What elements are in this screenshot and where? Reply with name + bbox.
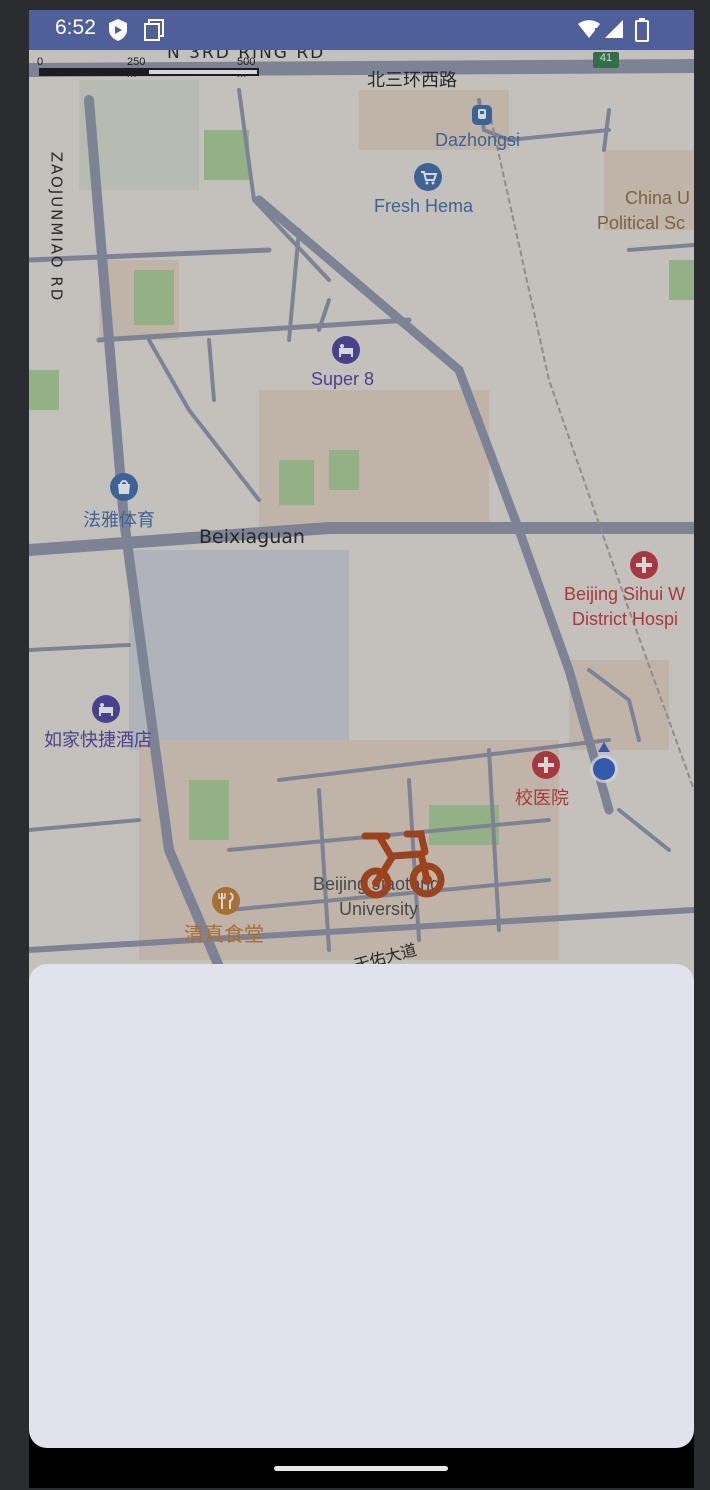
map-dim-overlay	[29, 50, 694, 990]
wifi-icon	[577, 18, 601, 44]
home-handle[interactable]	[274, 1466, 448, 1471]
status-bar: 6:52	[29, 10, 694, 50]
phone-screen: 6:52 0 250 500 N 3RD RING RD 北三环西路 ZAOJU…	[29, 10, 694, 1488]
status-time: 6:52	[55, 16, 96, 39]
battery-icon	[635, 18, 649, 46]
map-view[interactable]: 0 250 m 500 m N 3RD RING RD 北三环西路 ZAOJUN…	[29, 50, 694, 990]
bottom-sheet[interactable]	[29, 964, 694, 1448]
cell-signal-icon	[603, 18, 625, 44]
shield-icon	[107, 18, 129, 46]
navigation-bar	[29, 1448, 694, 1488]
screenshot-icon	[143, 18, 165, 46]
